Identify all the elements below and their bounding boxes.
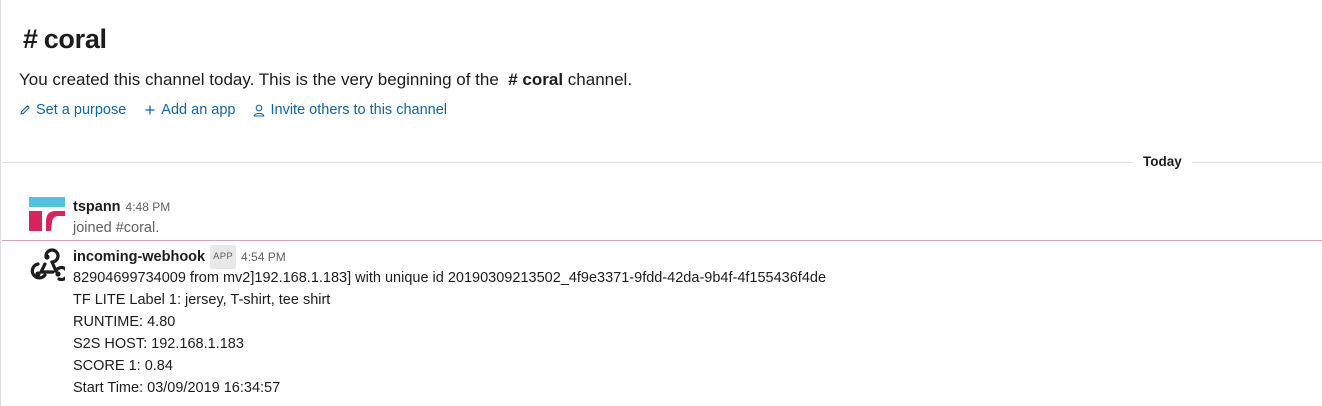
- message-text-line: S2S HOST: 192.168.1.183: [73, 336, 244, 352]
- avatar[interactable]: [29, 197, 65, 233]
- message-text-line: TF LITE Label 1: jersey, T-shirt, tee sh…: [73, 292, 331, 308]
- message-body: tspann 4:48 PM joined #coral.: [73, 197, 170, 239]
- channel-title: # coral: [23, 24, 107, 55]
- day-divider-label[interactable]: Today: [1133, 154, 1192, 169]
- invite-others-label: Invite others to this channel: [270, 102, 448, 118]
- add-app-button[interactable]: Add an app: [144, 102, 235, 118]
- message-body: incoming-webhook APP 4:54 PM 82904699734…: [73, 245, 827, 399]
- message-text-line: 82904699734009 from mv2]192.168.1.183] w…: [73, 270, 827, 286]
- set-purpose-label: Set a purpose: [36, 102, 127, 118]
- day-divider-line: [2, 162, 1322, 163]
- channel-intro: You created this channel today. This is …: [19, 70, 632, 90]
- channel-view: # coral You created this channel today. …: [0, 0, 1322, 406]
- intro-text-after: channel.: [567, 70, 633, 89]
- intro-text-before: You created this channel today. This is …: [19, 70, 499, 89]
- channel-hash: #: [23, 24, 38, 54]
- message-header: incoming-webhook APP 4:54 PM: [73, 245, 826, 269]
- set-purpose-button[interactable]: Set a purpose: [19, 102, 126, 118]
- message-item: incoming-webhook APP 4:54 PM 82904699734…: [29, 245, 827, 399]
- invite-others-button[interactable]: Invite others to this channel: [253, 102, 447, 118]
- channel-header: # coral: [23, 24, 107, 55]
- message-timestamp[interactable]: 4:54 PM: [241, 246, 286, 268]
- message-item: tspann 4:48 PM joined #coral.: [29, 197, 170, 239]
- plus-icon: [144, 104, 156, 116]
- message-text-line: RUNTIME: 4.80: [73, 314, 176, 330]
- new-messages-line: [2, 240, 1322, 241]
- webhook-icon[interactable]: [29, 247, 70, 283]
- add-app-label: Add an app: [161, 102, 236, 118]
- message-timestamp[interactable]: 4:48 PM: [126, 196, 171, 218]
- message-header: tspann 4:48 PM: [73, 197, 170, 217]
- message-text-line: SCORE 1: 0.84: [73, 358, 173, 374]
- channel-name: coral: [43, 24, 107, 54]
- sender-name[interactable]: tspann: [73, 196, 121, 218]
- person-icon: [253, 104, 265, 117]
- message-text: joined #coral.: [73, 220, 160, 236]
- channel-actions: Set a purpose Add an app Invite others t…: [19, 102, 447, 118]
- sender-name[interactable]: incoming-webhook: [73, 246, 205, 268]
- pencil-icon: [19, 104, 31, 116]
- message-text-line: Start Time: 03/09/2019 16:34:57: [73, 380, 281, 396]
- app-badge: APP: [210, 245, 237, 269]
- channel-link[interactable]: # coral: [508, 70, 563, 89]
